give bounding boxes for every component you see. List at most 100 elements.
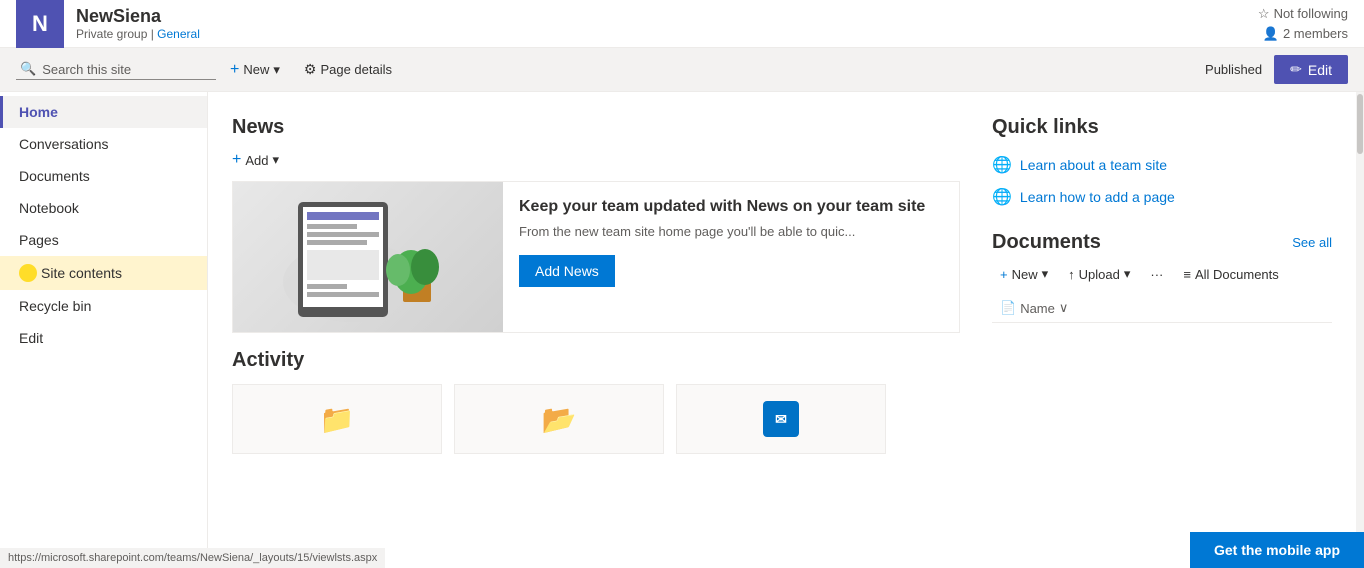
docs-upload-label: Upload [1079,267,1120,282]
mobile-app-label: Get the mobile app [1214,542,1340,558]
site-header: N NewSiena Private group | General ☆ Not… [0,0,1364,48]
globe-icon-2: 🌐 [992,187,1012,207]
activity-card-1: 📁 [232,384,442,454]
see-all-link[interactable]: See all [1292,235,1332,250]
docs-title: Documents [992,231,1101,254]
docs-upload-btn[interactable]: ↑ Upload ▾ [1060,262,1138,286]
folder-icon: 📁 [320,403,355,436]
news-section: News + Add ▾ [232,116,960,333]
conversations-label: Conversations [19,136,109,152]
sidebar-item-site-contents[interactable]: Site contents [0,256,207,290]
sidebar-item-pages[interactable]: Pages [0,224,207,256]
add-label: Add [245,153,268,168]
content-side: Quick links 🌐 Learn about a team site 🌐 … [992,116,1332,544]
sidebar: Home Conversations Documents Notebook Pa… [0,92,208,568]
quick-link-2-label: Learn how to add a page [1020,189,1175,205]
chevron-news: ▾ [272,152,279,168]
sidebar-item-documents[interactable]: Documents [0,160,207,192]
plus-icon-news: + [232,151,241,169]
notebook-label: Notebook [19,200,79,216]
sidebar-item-conversations[interactable]: Conversations [0,128,207,160]
news-title: News [232,116,960,139]
pages-label: Pages [19,232,59,248]
edit-label: Edit [1308,62,1332,78]
search-bar[interactable]: 🔍 Search this site [16,59,216,80]
list-icon: ≡ [1183,267,1191,282]
globe-icon-1: 🌐 [992,155,1012,175]
all-docs-label: All Documents [1195,267,1279,282]
add-news-button[interactable]: Add News [519,255,615,287]
news-card: Keep your team updated with News on your… [232,181,960,333]
gear-icon: ⚙ [304,61,317,78]
news-description: From the new team site home page you'll … [519,224,925,239]
chevron-docs-new: ▾ [1042,266,1049,282]
scrollbar[interactable] [1356,92,1364,568]
sidebar-item-notebook[interactable]: Notebook [0,192,207,224]
sidebar-item-edit[interactable]: Edit [0,322,207,354]
members-label: 2 members [1283,26,1348,41]
docs-toolbar: + New ▾ ↑ Upload ▾ ··· ≡ All Documents [992,262,1332,286]
sidebar-item-recycle-bin[interactable]: Recycle bin [0,290,207,322]
docs-new-label: New [1012,267,1038,282]
folder-icon-2: 📂 [542,403,577,436]
news-illustration [233,182,503,332]
quick-links-title: Quick links [992,116,1332,139]
scrollbar-thumb[interactable] [1357,94,1363,154]
site-channel[interactable]: General [157,27,200,41]
sort-icon: ∨ [1059,300,1069,316]
site-meta: Private group | General [76,27,1258,41]
chevron-docs-upload: ▾ [1124,266,1131,282]
new-label: New [243,62,269,77]
plus-icon: + [230,61,239,79]
edit-nav-label: Edit [19,330,43,346]
news-body: Keep your team updated with News on your… [503,182,941,332]
quick-link-2[interactable]: 🌐 Learn how to add a page [992,187,1332,207]
docs-all-docs-btn[interactable]: ≡ All Documents [1175,263,1286,286]
pencil-icon: ✏ [1290,61,1302,78]
more-icon: ··· [1150,267,1163,282]
site-contents-label: Site contents [41,265,122,281]
site-info: NewSiena Private group | General [76,6,1258,41]
not-following-label: Not following [1274,6,1348,21]
toolbar-left: 🔍 Search this site + New ▾ ⚙ Page detail… [16,55,1201,85]
documents-section: Documents See all + New ▾ ↑ Upload ▾ [992,231,1332,323]
add-news-btn[interactable]: + Add ▾ [232,151,279,169]
mobile-app-button[interactable]: Get the mobile app [1190,532,1364,568]
sidebar-item-home[interactable]: Home [0,96,207,128]
name-col-label: Name [1020,301,1055,316]
home-label: Home [19,104,58,120]
search-placeholder: Search this site [42,62,131,77]
status-bar: https://microsoft.sharepoint.com/teams/N… [0,548,385,568]
activity-card-2: 📂 [454,384,664,454]
activity-section: Activity 📁 📂 ✉ [232,349,960,454]
docs-header: Documents See all [992,231,1332,254]
docs-column-header: 📄 Name ∨ [992,294,1332,323]
docs-more-btn[interactable]: ··· [1142,263,1171,286]
published-label: Published [1205,62,1262,77]
not-following-btn[interactable]: ☆ Not following [1258,6,1348,22]
site-icon: N [16,0,64,48]
person-icon: 👤 [1263,26,1279,42]
status-url: https://microsoft.sharepoint.com/teams/N… [8,552,377,564]
search-icon: 🔍 [20,61,36,77]
content-area: News + Add ▾ [208,92,1356,568]
activity-title: Activity [232,349,960,372]
quick-link-1[interactable]: 🌐 Learn about a team site [992,155,1332,175]
edit-button[interactable]: ✏ Edit [1274,55,1348,84]
news-headline: Keep your team updated with News on your… [519,198,925,216]
new-button[interactable]: + New ▾ [220,55,290,85]
members-btn[interactable]: 👤 2 members [1263,26,1348,42]
site-name: NewSiena [76,6,1258,27]
activity-card-3: ✉ [676,384,886,454]
activity-cards: 📁 📂 ✉ [232,384,960,454]
cursor-indicator [19,264,37,282]
docs-new-btn[interactable]: + New ▾ [992,262,1056,286]
file-col-icon: 📄 [1000,300,1016,316]
plus-docs-icon: + [1000,267,1008,282]
documents-label: Documents [19,168,90,184]
header-right: ☆ Not following 👤 2 members [1258,6,1348,42]
page-details-button[interactable]: ⚙ Page details [294,55,402,84]
star-icon: ☆ [1258,6,1270,22]
page-details-label: Page details [320,62,392,77]
news-image [233,182,503,332]
